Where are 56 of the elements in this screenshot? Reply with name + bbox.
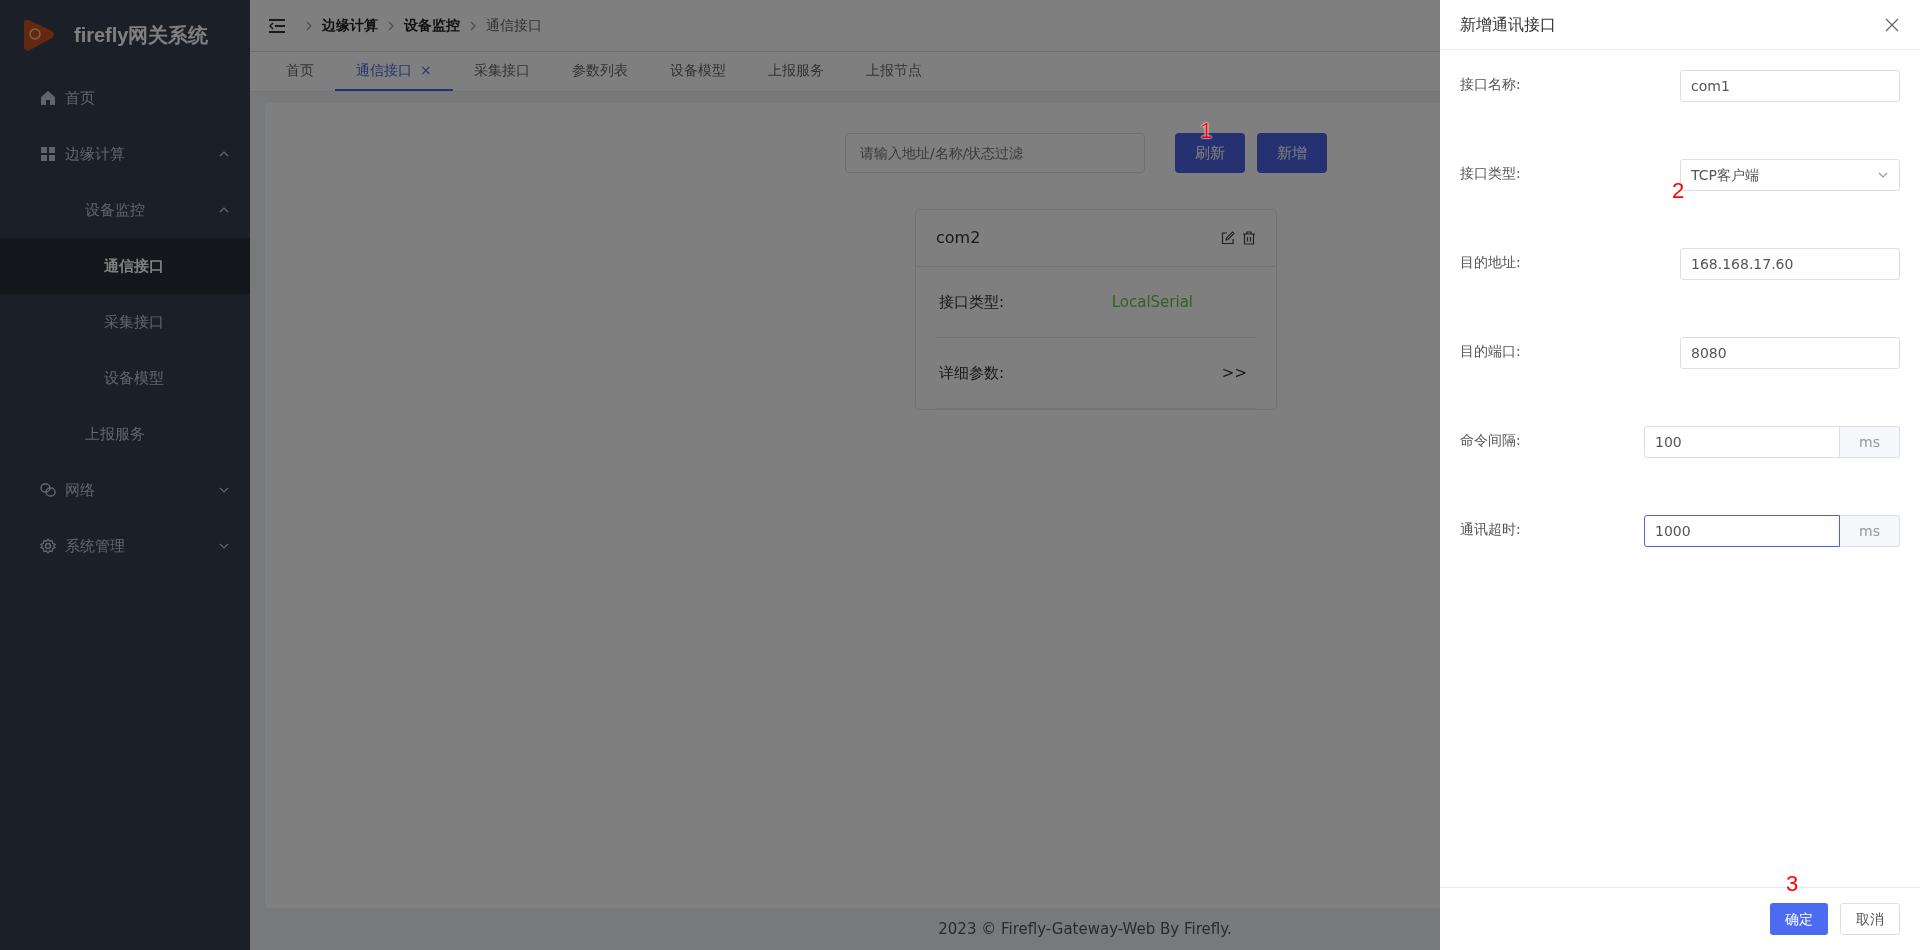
link-icon <box>40 482 56 498</box>
sidebar-item[interactable]: 网络 <box>0 462 250 518</box>
breadcrumb-item[interactable]: 边缘计算 <box>322 15 378 36</box>
field-label: 接口类型: <box>939 291 1005 313</box>
search-field[interactable]: 请输入地址/名称/状态过滤 <box>845 133 1145 173</box>
footer-text: 2023 © Firefly-Gateway-Web By Firefly. <box>938 918 1232 940</box>
toolbar-button[interactable]: 新增 <box>1257 133 1327 173</box>
field-label: 接口类型: <box>1460 164 1522 183</box>
unit-addon: ms <box>1840 515 1900 547</box>
chevron-icon <box>304 19 314 32</box>
card-title: com2 <box>936 227 981 249</box>
logo-title: firefly网关系统 <box>74 23 209 48</box>
tab[interactable]: 参数列表 <box>550 51 649 91</box>
tab[interactable]: 设备模型 <box>648 51 747 91</box>
sidebar-item[interactable]: 设备模型 <box>0 350 250 406</box>
details-link[interactable]: >> <box>1221 361 1247 385</box>
step-number: 3 <box>1786 873 1799 895</box>
field-value: LocalSerial <box>1111 291 1193 313</box>
field-label: 接口名称: <box>1460 75 1522 94</box>
breadcrumb-item: 通信接口 <box>486 16 542 35</box>
tab[interactable]: 通信接口 × <box>335 51 453 91</box>
tab[interactable]: 采集接口 <box>452 51 551 91</box>
edit-icon <box>1221 231 1235 245</box>
cancel-button[interactable]: 取消 <box>1840 903 1900 935</box>
input-field[interactable]: com1 <box>1680 70 1900 102</box>
input-field[interactable]: 168.168.17.60 <box>1680 248 1900 280</box>
chevron-icon <box>386 19 396 32</box>
breadcrumb-item[interactable]: 设备监控 <box>404 15 460 36</box>
confirm-button[interactable]: 确定 <box>1770 903 1828 935</box>
settings-icon <box>40 538 56 554</box>
close-icon[interactable]: × <box>420 59 432 81</box>
field-label: 目的地址: <box>1460 253 1522 272</box>
home-icon <box>40 90 56 106</box>
sidebar-item[interactable]: 首页 <box>0 70 250 126</box>
drawer-title: 新增通讯接口 <box>1460 13 1556 36</box>
field-label: 命令间隔: <box>1460 431 1522 450</box>
tab[interactable]: 上报服务 <box>746 51 845 91</box>
field-label: 通讯超时: <box>1460 520 1522 539</box>
menu-icon <box>268 17 286 34</box>
sidebar-item[interactable]: 系统管理 <box>0 518 250 574</box>
sidebar-item[interactable]: 通信接口 <box>0 238 250 294</box>
tab[interactable]: 首页 <box>265 51 335 91</box>
input-field[interactable]: 8080 <box>1680 337 1900 369</box>
sidebar-item[interactable]: 设备监控 <box>0 182 250 238</box>
tab[interactable]: 上报节点 <box>844 51 943 91</box>
grid-icon <box>40 146 56 162</box>
input-field[interactable]: 1000 <box>1644 515 1840 547</box>
field-label: 详细参数: <box>939 362 1005 384</box>
chevron-icon <box>468 19 478 32</box>
unit-addon: ms <box>1840 426 1900 458</box>
field-label: 目的端口: <box>1460 342 1522 361</box>
trash-icon <box>1242 231 1256 245</box>
sidebar-item[interactable]: 上报服务 <box>0 406 250 462</box>
sidebar-item[interactable]: 边缘计算 <box>0 126 250 182</box>
close-icon[interactable] <box>1884 16 1900 33</box>
input-field[interactable]: 100 <box>1644 426 1840 458</box>
